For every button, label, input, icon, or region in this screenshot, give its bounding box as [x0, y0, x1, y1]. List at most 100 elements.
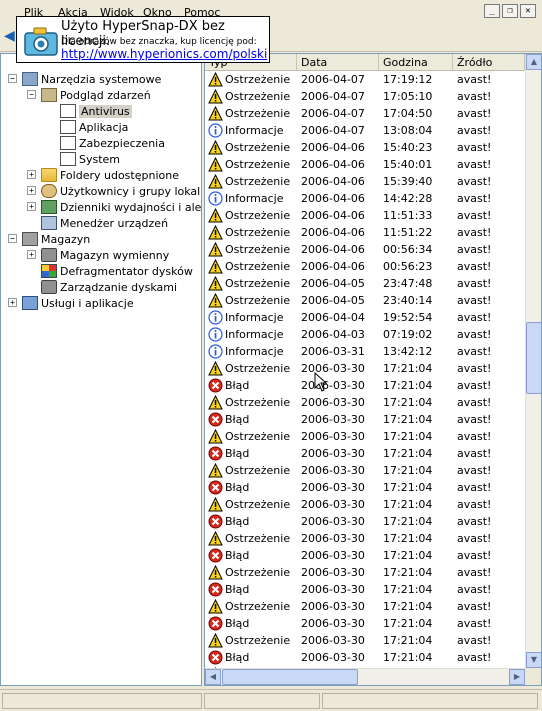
watermark-link[interactable]: http://www.hyperionics.com/polski — [61, 47, 267, 61]
console-tree[interactable]: − Narzędzia systemowe − Podgląd zdarzeń … — [0, 53, 202, 686]
expand-icon[interactable]: + — [27, 202, 36, 211]
restore-icon[interactable]: ❐ — [502, 4, 518, 18]
table-row[interactable]: Ostrzeżenie 2006-03-30 17:21:04 avast! — [205, 428, 525, 445]
vertical-scrollbar[interactable]: ▲ ▼ — [525, 54, 541, 668]
type-cell: Ostrzeżenie — [225, 634, 291, 647]
column-header-zrodlo[interactable]: Źródło — [453, 54, 525, 71]
type-cell: Błąd — [225, 515, 250, 528]
close-icon[interactable]: ✕ — [520, 4, 536, 18]
table-row[interactable]: Informacje 2006-04-06 14:42:28 avast! — [205, 190, 525, 207]
date-cell: 2006-04-06 — [301, 243, 365, 256]
collapse-icon[interactable]: − — [8, 234, 17, 243]
table-row[interactable]: Ostrzeżenie 2006-04-06 11:51:33 avast! — [205, 207, 525, 224]
table-row[interactable]: Ostrzeżenie 2006-04-06 15:39:40 avast! — [205, 173, 525, 190]
tree-item-antivirus[interactable]: Antivirus — [60, 103, 132, 119]
time-cell: 23:47:48 — [383, 277, 433, 290]
expand-icon[interactable]: + — [8, 298, 17, 307]
horizontal-scrollbar[interactable]: ◀ ▶ — [205, 668, 525, 685]
event-list[interactable]: Typ Data Godzina Źródło Ostrzeżenie2006-… — [204, 53, 542, 686]
table-row[interactable]: Ostrzeżenie 2006-03-30 17:21:04 avast! — [205, 360, 525, 377]
type-cell: Ostrzeżenie — [225, 260, 291, 273]
table-row[interactable]: Ostrzeżenie 2006-03-30 17:21:04 avast! — [205, 394, 525, 411]
tree-item-podglad-zdarzen[interactable]: Podgląd zdarzeń — [41, 87, 151, 103]
table-row[interactable]: Ostrzeżenie 2006-03-30 17:21:04 avast! — [205, 496, 525, 513]
tree-item-zarzadzanie-dyskami[interactable]: Zarządzanie dyskami — [41, 279, 177, 295]
expand-icon[interactable]: + — [27, 186, 36, 195]
hypersnap-watermark: Użyto HyperSnap-DX bez licencji. Dla obr… — [16, 16, 270, 63]
scroll-down-icon[interactable]: ▼ — [526, 652, 541, 668]
tree-item-menedzer-urzadzen[interactable]: Menedżer urządzeń — [41, 215, 168, 231]
minimize-icon[interactable]: _ — [484, 4, 500, 18]
table-row[interactable]: Ostrzeżenie 2006-04-07 17:04:50 avast! — [205, 105, 525, 122]
table-row[interactable]: Błąd 2006-03-30 17:21:04 avast! — [205, 581, 525, 598]
scroll-left-icon[interactable]: ◀ — [205, 669, 221, 685]
collapse-icon[interactable]: − — [8, 74, 17, 83]
source-cell: avast! — [457, 634, 492, 647]
table-row[interactable]: Ostrzeżenie 2006-04-06 00:56:23 avast! — [205, 258, 525, 275]
expand-icon[interactable]: + — [27, 250, 36, 259]
table-row[interactable]: Informacje 2006-04-07 13:08:04 avast! — [205, 122, 525, 139]
table-row[interactable]: Błąd 2006-03-30 17:21:04 avast! — [205, 615, 525, 632]
type-cell: Błąd — [225, 651, 250, 664]
tree-item-uzytkownicy[interactable]: Użytkownicy i grupy lokalne — [41, 183, 201, 199]
tree-item-uslugi-i-aplikacje[interactable]: Usługi i aplikacje — [22, 295, 134, 311]
type-cell: Ostrzeżenie — [225, 158, 291, 171]
table-row[interactable]: Błąd 2006-03-30 17:21:04 avast! — [205, 649, 525, 666]
table-row[interactable]: Ostrzeżenie 2006-03-30 17:21:04 avast! — [205, 598, 525, 615]
column-header-data[interactable]: Data — [297, 54, 379, 71]
table-row[interactable]: Ostrzeżenie 2006-04-05 23:47:48 avast! — [205, 275, 525, 292]
table-row[interactable]: Informacje 2006-04-04 19:52:54 avast! — [205, 309, 525, 326]
time-cell: 17:21:04 — [383, 617, 433, 630]
type-cell: Ostrzeżenie — [225, 277, 291, 290]
disk-management-icon — [41, 280, 57, 294]
table-row[interactable]: Informacje 2006-04-03 07:19:02 avast! — [205, 326, 525, 343]
expand-icon[interactable]: + — [27, 170, 36, 179]
tree-item-defragmentator[interactable]: Defragmentator dysków — [41, 263, 193, 279]
scroll-right-icon[interactable]: ▶ — [509, 669, 525, 685]
warning-icon — [208, 157, 223, 172]
warning-icon — [208, 497, 223, 512]
tree-item-magazyn[interactable]: Magazyn — [22, 231, 90, 247]
status-panel-middle — [204, 693, 320, 709]
tree-item-aplikacja[interactable]: Aplikacja — [60, 119, 128, 135]
table-row[interactable]: Ostrzeżenie 2006-04-06 15:40:23 avast! — [205, 139, 525, 156]
collapse-icon[interactable]: − — [27, 90, 36, 99]
tree-item-zabezpieczenia[interactable]: Zabezpieczenia — [60, 135, 165, 151]
source-cell: avast! — [457, 141, 492, 154]
table-row[interactable]: Ostrzeżenie 2006-03-30 17:21:04 avast! — [205, 462, 525, 479]
column-header-godzina[interactable]: Godzina — [379, 54, 453, 71]
table-row[interactable]: Ostrzeżenie 2006-04-06 00:56:34 avast! — [205, 241, 525, 258]
tree-item-dzienniki-wydajnosci[interactable]: Dzienniki wydajności i alerty — [41, 199, 201, 215]
computer-icon — [41, 216, 57, 230]
time-cell: 14:42:28 — [383, 192, 433, 205]
log-icon — [60, 104, 76, 118]
table-row[interactable]: Ostrzeżenie 2006-04-06 15:40:01 avast! — [205, 156, 525, 173]
table-row[interactable]: Ostrzeżenie 2006-03-30 17:21:04 avast! — [205, 632, 525, 649]
table-row[interactable]: Ostrzeżenie 2006-04-07 17:19:12 avast! — [205, 71, 525, 88]
table-row[interactable]: Błąd 2006-03-30 17:21:04 avast! — [205, 411, 525, 428]
scroll-up-icon[interactable]: ▲ — [526, 54, 541, 70]
table-row[interactable]: Błąd 2006-03-30 17:21:04 avast! — [205, 513, 525, 530]
warning-icon — [208, 276, 223, 291]
error-icon — [208, 514, 223, 529]
table-row[interactable]: Ostrzeżenie 2006-04-06 11:51:22 avast! — [205, 224, 525, 241]
date-cell: 2006-03-30 — [301, 600, 365, 613]
tree-item-narzedzia-systemowe[interactable]: Narzędzia systemowe — [22, 71, 161, 87]
table-row[interactable]: Ostrzeżenie 2006-04-05 23:40:14 avast! — [205, 292, 525, 309]
table-row[interactable]: Ostrzeżenie 2006-04-07 17:05:10 avast! — [205, 88, 525, 105]
table-row[interactable]: Ostrzeżenie 2006-03-30 17:21:04 avast! — [205, 564, 525, 581]
time-cell: 17:21:04 — [383, 396, 433, 409]
tree-item-magazyn-wymienny[interactable]: Magazyn wymienny — [41, 247, 169, 263]
tree-item-system[interactable]: System — [60, 151, 120, 167]
vertical-scroll-thumb[interactable] — [526, 322, 541, 394]
table-row[interactable]: Ostrzeżenie 2006-03-30 17:21:04 avast! — [205, 530, 525, 547]
table-row[interactable]: Błąd 2006-03-30 17:21:04 avast! — [205, 445, 525, 462]
table-row[interactable]: Błąd 2006-03-30 17:21:04 avast! — [205, 479, 525, 496]
info-icon — [208, 327, 223, 342]
table-row[interactable]: Błąd 2006-03-30 17:21:04 avast! — [205, 547, 525, 564]
horizontal-scroll-thumb[interactable] — [222, 669, 358, 685]
tree-item-foldery-udostepnione[interactable]: Foldery udostępnione — [41, 167, 179, 183]
table-row[interactable]: Błąd 2006-03-30 17:21:04 avast! — [205, 377, 525, 394]
table-row[interactable]: Informacje 2006-03-31 13:42:12 avast! — [205, 343, 525, 360]
source-cell: avast! — [457, 600, 492, 613]
